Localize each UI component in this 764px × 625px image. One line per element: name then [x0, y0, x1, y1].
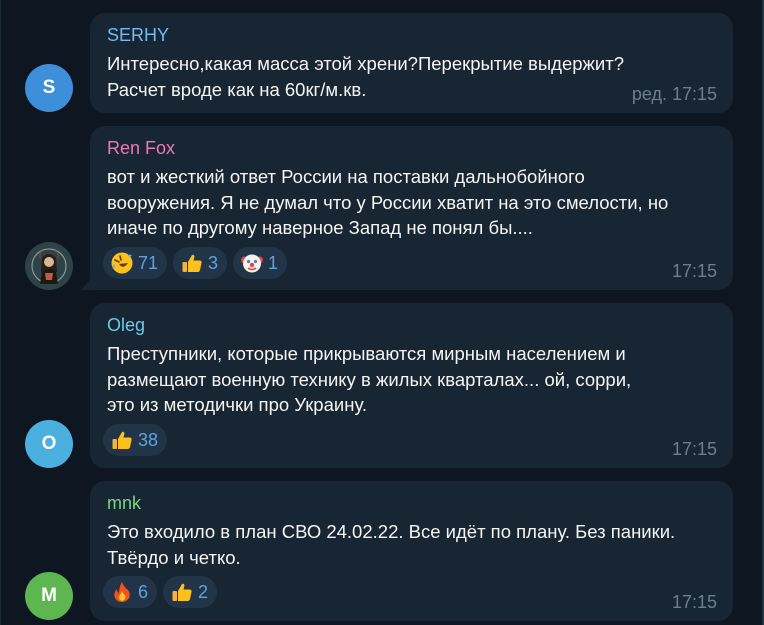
thumbs-up-emoji-icon [182, 254, 202, 272]
message-bubble[interactable]: Oleg Преступники, которые прикрываются м… [90, 303, 733, 468]
avatar-image [25, 242, 73, 290]
fire-emoji-icon [114, 582, 130, 602]
reaction-thumbs-up[interactable]: 2 [163, 576, 218, 608]
author-name[interactable]: Ren Fox [107, 138, 175, 159]
message-bubble[interactable]: mnk Это входило в план СВО 24.02.22. Все… [90, 481, 733, 621]
reaction-thumbs-up[interactable]: 38 [103, 424, 168, 456]
reaction-rofl[interactable]: 71 [103, 247, 168, 279]
avatar[interactable] [25, 242, 73, 290]
text-line: это из методички про Украину. [107, 394, 367, 415]
avatar[interactable]: S [25, 64, 73, 112]
rofl-emoji-icon [111, 252, 133, 274]
message-text: вот и жесткий ответ России на поставки д… [107, 164, 722, 241]
reaction-fire[interactable]: 6 [103, 576, 158, 608]
text-line: иначе по другому наверное Запад не понял… [107, 217, 533, 238]
reaction-count: 2 [198, 581, 209, 602]
text-line: Это входило в план СВО 24.02.22. Все идё… [107, 521, 676, 542]
message-text: Это входило в план СВО 24.02.22. Все идё… [107, 519, 722, 570]
author-name[interactable]: SERHY [107, 25, 169, 46]
text-line: Интересно,какая масса этой хрени?Перекры… [107, 53, 624, 74]
reaction-thumbs-up[interactable]: 3 [173, 247, 228, 279]
message-bubble[interactable]: SERHY Интересно,какая масса этой хрени?П… [90, 13, 733, 113]
reaction-count: 38 [138, 429, 159, 450]
thumbs-up-emoji-icon [172, 583, 192, 601]
reactions-bar: 6 2 [103, 576, 218, 608]
avatar[interactable]: M [25, 572, 73, 620]
reaction-count: 6 [138, 581, 149, 602]
timestamp: 17:15 [671, 592, 717, 612]
message-text: Преступники, которые прикрываются мирным… [107, 341, 722, 418]
text-line: Твёрдо и четко. [107, 546, 241, 568]
clown-emoji-icon [241, 254, 264, 273]
reaction-count: 1 [268, 252, 279, 273]
reaction-clown[interactable]: 1 [233, 247, 288, 279]
text-line: вот и жесткий ответ России на поставки д… [107, 166, 585, 187]
reaction-count: 3 [208, 252, 219, 273]
text-line: Преступники, которые прикрываются мирным… [107, 343, 626, 364]
timestamp: 17:15 [671, 261, 717, 281]
reactions-bar: 38 [103, 424, 168, 456]
text-line: размещают военную технику в жилых кварта… [107, 368, 632, 390]
message-bubble[interactable]: Ren Fox вот и жесткий ответ России на по… [90, 126, 733, 290]
author-name[interactable]: mnk [107, 493, 141, 514]
message-text: Интересно,какая масса этой хрени?Перекры… [107, 51, 722, 102]
text-line: Расчет вроде как на 60кг/м.кв. [107, 78, 367, 100]
author-name[interactable]: Oleg [107, 315, 145, 336]
thumbs-up-emoji-icon [112, 431, 132, 449]
reaction-count: 71 [138, 252, 159, 273]
text-line: вооружения. Я не думал что у России хват… [107, 191, 669, 213]
timestamp: ред. 17:15 [631, 84, 717, 104]
reactions-bar: 71 3 1 [103, 247, 288, 279]
avatar[interactable]: O [25, 420, 73, 468]
timestamp: 17:15 [671, 439, 717, 459]
